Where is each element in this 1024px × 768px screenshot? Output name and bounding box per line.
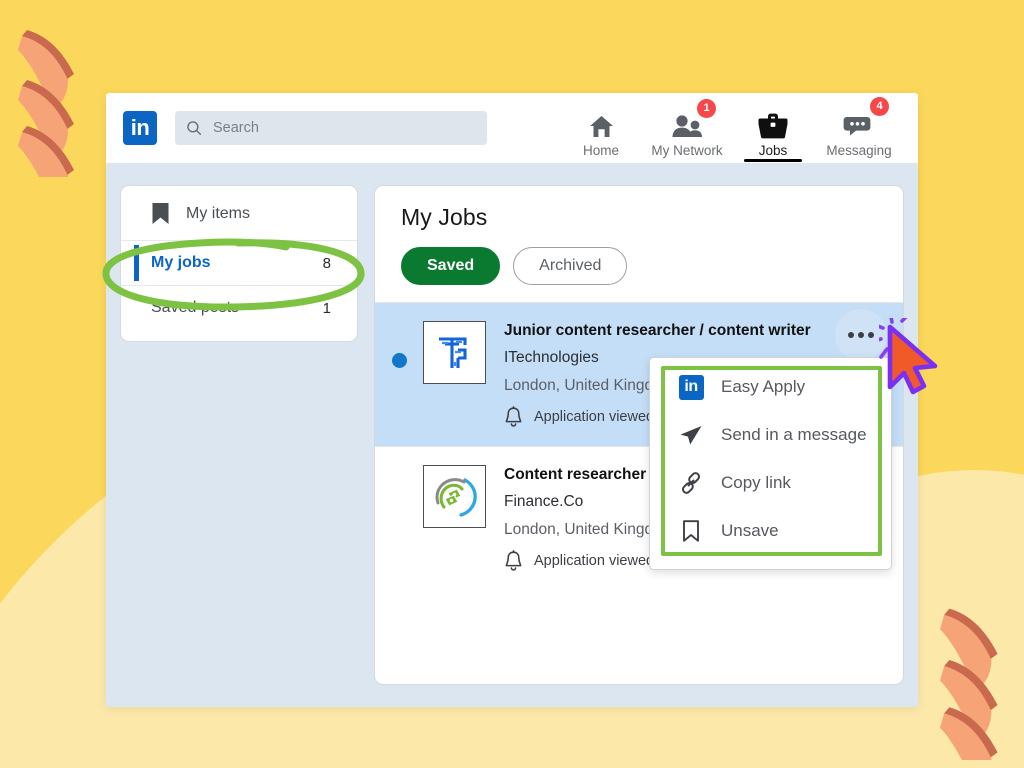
- bell-icon: [504, 550, 523, 572]
- search-placeholder-text: Search: [213, 120, 259, 136]
- nav-badge-my-network: 1: [697, 99, 716, 118]
- search-icon: [185, 119, 203, 137]
- unread-indicator-column: [375, 465, 423, 572]
- job-title[interactable]: Junior content researcher / content writ…: [504, 322, 811, 340]
- nav-label-home: Home: [583, 143, 619, 158]
- three-dots-icon: [868, 332, 874, 338]
- nav-item-jobs[interactable]: Jobs: [730, 95, 816, 161]
- link-icon: [678, 470, 704, 496]
- tab-saved[interactable]: Saved: [401, 247, 500, 285]
- search-input[interactable]: Search: [175, 111, 487, 145]
- menu-item-label: Copy link: [721, 473, 791, 493]
- bell-icon: [504, 406, 523, 428]
- menu-item-easy-apply[interactable]: in Easy Apply: [650, 363, 891, 411]
- unread-dot: [392, 353, 407, 368]
- menu-item-label: Unsave: [721, 521, 779, 541]
- send-icon: [678, 422, 704, 448]
- nav-label-messaging: Messaging: [826, 143, 891, 158]
- screenshot-stage: in Search Home: [0, 0, 1024, 768]
- three-dots-icon: [848, 332, 854, 338]
- nav-badge-messaging: 4: [870, 97, 889, 116]
- decorative-swirl-bottom-right: [938, 600, 1016, 760]
- bookmark-outline-icon: [678, 518, 704, 544]
- sidebar-header-label: My items: [186, 205, 250, 223]
- nav-label-my-network: My Network: [651, 143, 722, 158]
- sidebar-item-label: My jobs: [151, 254, 211, 272]
- sidebar-item-saved-posts[interactable]: Saved posts 1: [121, 285, 357, 330]
- sidebar-item-count: 1: [323, 300, 331, 317]
- sidebar-item-count: 8: [323, 255, 331, 272]
- sidebar: My items My jobs 8 Saved posts 1: [120, 185, 358, 342]
- tab-row: Saved Archived: [375, 231, 903, 302]
- financeco-logo: [423, 465, 486, 528]
- linkedin-logo-icon[interactable]: in: [123, 111, 157, 145]
- unread-indicator-column: [375, 321, 423, 428]
- sidebar-item-label: Saved posts: [151, 299, 239, 317]
- itechnologies-logo: [423, 321, 486, 384]
- menu-item-label: Easy Apply: [721, 377, 805, 397]
- tab-archived[interactable]: Archived: [513, 247, 627, 285]
- nav-item-my-network[interactable]: 1 My Network: [644, 95, 730, 161]
- top-navigation-bar: in Search Home: [106, 93, 918, 163]
- bookmark-icon: [151, 202, 170, 226]
- sidebar-item-my-jobs[interactable]: My jobs 8: [121, 240, 357, 285]
- nav-items: Home 1 My Network: [558, 93, 902, 163]
- more-options-button[interactable]: [835, 309, 887, 361]
- linkedin-icon: in: [678, 374, 704, 400]
- sidebar-header: My items: [121, 186, 357, 240]
- briefcase-icon: [757, 113, 789, 139]
- nav-label-jobs: Jobs: [759, 143, 788, 158]
- page-title: My Jobs: [401, 204, 903, 231]
- nav-active-underline: [744, 159, 802, 162]
- chat-bubble-icon: [843, 113, 875, 139]
- job-options-menu: in Easy Apply Send in a message: [649, 357, 892, 570]
- people-icon: [670, 113, 704, 139]
- nav-item-home[interactable]: Home: [558, 95, 644, 161]
- menu-item-label: Send in a message: [721, 425, 867, 445]
- panel-header: My Jobs: [375, 186, 903, 231]
- menu-item-send-in-a-message[interactable]: Send in a message: [650, 411, 891, 459]
- three-dots-icon: [858, 332, 864, 338]
- decorative-swirl-top-left: [16, 22, 92, 177]
- menu-item-unsave[interactable]: Unsave: [650, 507, 891, 555]
- menu-item-copy-link[interactable]: Copy link: [650, 459, 891, 507]
- nav-item-messaging[interactable]: 4 Messaging: [816, 95, 902, 161]
- home-icon: [588, 113, 615, 139]
